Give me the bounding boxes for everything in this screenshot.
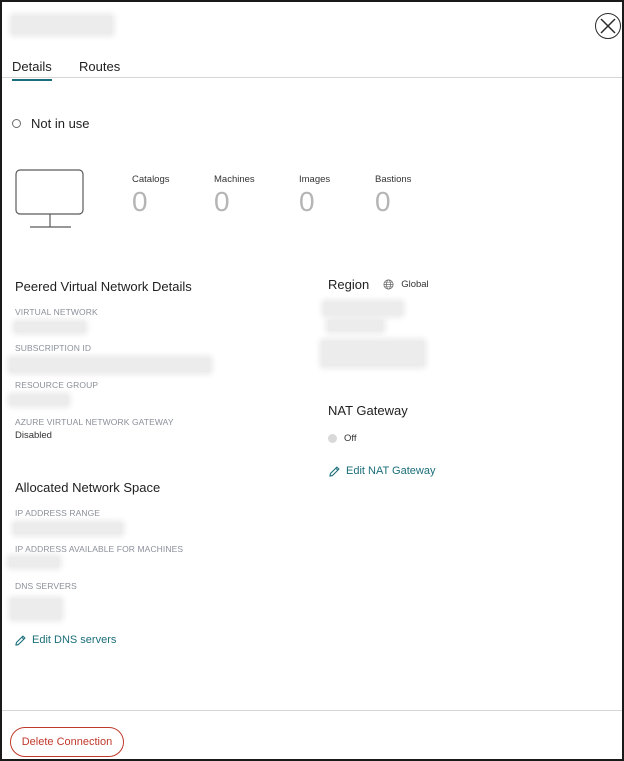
- dns-servers-label: DNS SERVERS: [15, 581, 77, 591]
- panel-footer: Delete Connection: [2, 710, 622, 759]
- stat-value: 0: [132, 186, 148, 217]
- usage-status: Not in use: [12, 116, 90, 131]
- tab-routes[interactable]: Routes: [79, 59, 120, 74]
- stat-images: Images 0: [299, 174, 330, 217]
- globe-icon: [383, 279, 394, 290]
- vnet-gateway-value: Disabled: [15, 430, 52, 441]
- dns-servers-value-redacted: [11, 599, 61, 619]
- connection-details-panel: Details Routes Not in use Catalogs 0 Mac…: [0, 0, 624, 761]
- subscription-id-value-redacted: [10, 358, 210, 372]
- toggle-off-icon: [328, 434, 337, 443]
- resource-group-value-redacted: [10, 395, 68, 405]
- virtual-network-label: VIRTUAL NETWORK: [15, 307, 98, 317]
- ip-available-value-redacted: [9, 557, 59, 567]
- region-detail-redacted-1: [324, 302, 402, 315]
- nat-gateway-state: Off: [344, 433, 357, 444]
- stat-value: 0: [214, 186, 230, 217]
- ip-available-label: IP ADDRESS AVAILABLE FOR MACHINES: [15, 544, 184, 554]
- close-button[interactable]: [595, 13, 621, 39]
- stat-value: 0: [375, 186, 391, 217]
- status-radio-icon: [12, 119, 21, 128]
- region-row: Region Global: [328, 277, 429, 292]
- tab-details[interactable]: Details: [12, 59, 52, 81]
- stat-label: Bastions: [375, 174, 412, 185]
- stat-label: Machines: [214, 174, 255, 185]
- region-detail-redacted-3: [322, 341, 424, 366]
- virtual-network-value-redacted: [15, 322, 85, 332]
- region-title: Region: [328, 277, 370, 292]
- ip-range-label: IP ADDRESS RANGE: [15, 508, 101, 518]
- edit-dns-servers-link[interactable]: Edit DNS servers: [15, 634, 116, 646]
- stat-label: Images: [299, 174, 331, 185]
- vnet-gateway-label: AZURE VIRTUAL NETWORK GATEWAY: [15, 417, 174, 427]
- ip-range-value-redacted: [14, 523, 122, 534]
- peered-network-title: Peered Virtual Network Details: [15, 279, 192, 294]
- edit-nat-gateway-link[interactable]: Edit NAT Gateway: [329, 465, 435, 477]
- subscription-id-label: SUBSCRIPTION ID: [15, 343, 92, 353]
- pencil-icon: [329, 466, 340, 477]
- nat-gateway-title: NAT Gateway: [328, 403, 408, 418]
- region-detail-redacted-2: [328, 320, 383, 331]
- panel-title-redacted: [12, 16, 112, 34]
- close-icon: [600, 18, 616, 34]
- tab-bar: Details Routes: [2, 56, 622, 81]
- nat-gateway-toggle[interactable]: Off: [328, 433, 357, 444]
- edit-nat-gateway-label: Edit NAT Gateway: [346, 465, 436, 477]
- stat-catalogs: Catalogs 0: [132, 174, 170, 217]
- edit-dns-servers-label: Edit DNS servers: [32, 634, 117, 646]
- stat-label: Catalogs: [132, 174, 170, 185]
- stat-value: 0: [299, 186, 315, 217]
- allocated-network-title: Allocated Network Space: [15, 480, 161, 495]
- pencil-icon: [15, 635, 26, 646]
- stat-bastions: Bastions 0: [375, 174, 411, 217]
- resource-group-label: RESOURCE GROUP: [15, 380, 99, 390]
- monitor-icon: [15, 169, 84, 228]
- region-value: Global: [401, 279, 429, 290]
- stat-machines: Machines 0: [214, 174, 255, 217]
- delete-connection-button[interactable]: Delete Connection: [10, 727, 124, 757]
- status-label: Not in use: [31, 116, 90, 131]
